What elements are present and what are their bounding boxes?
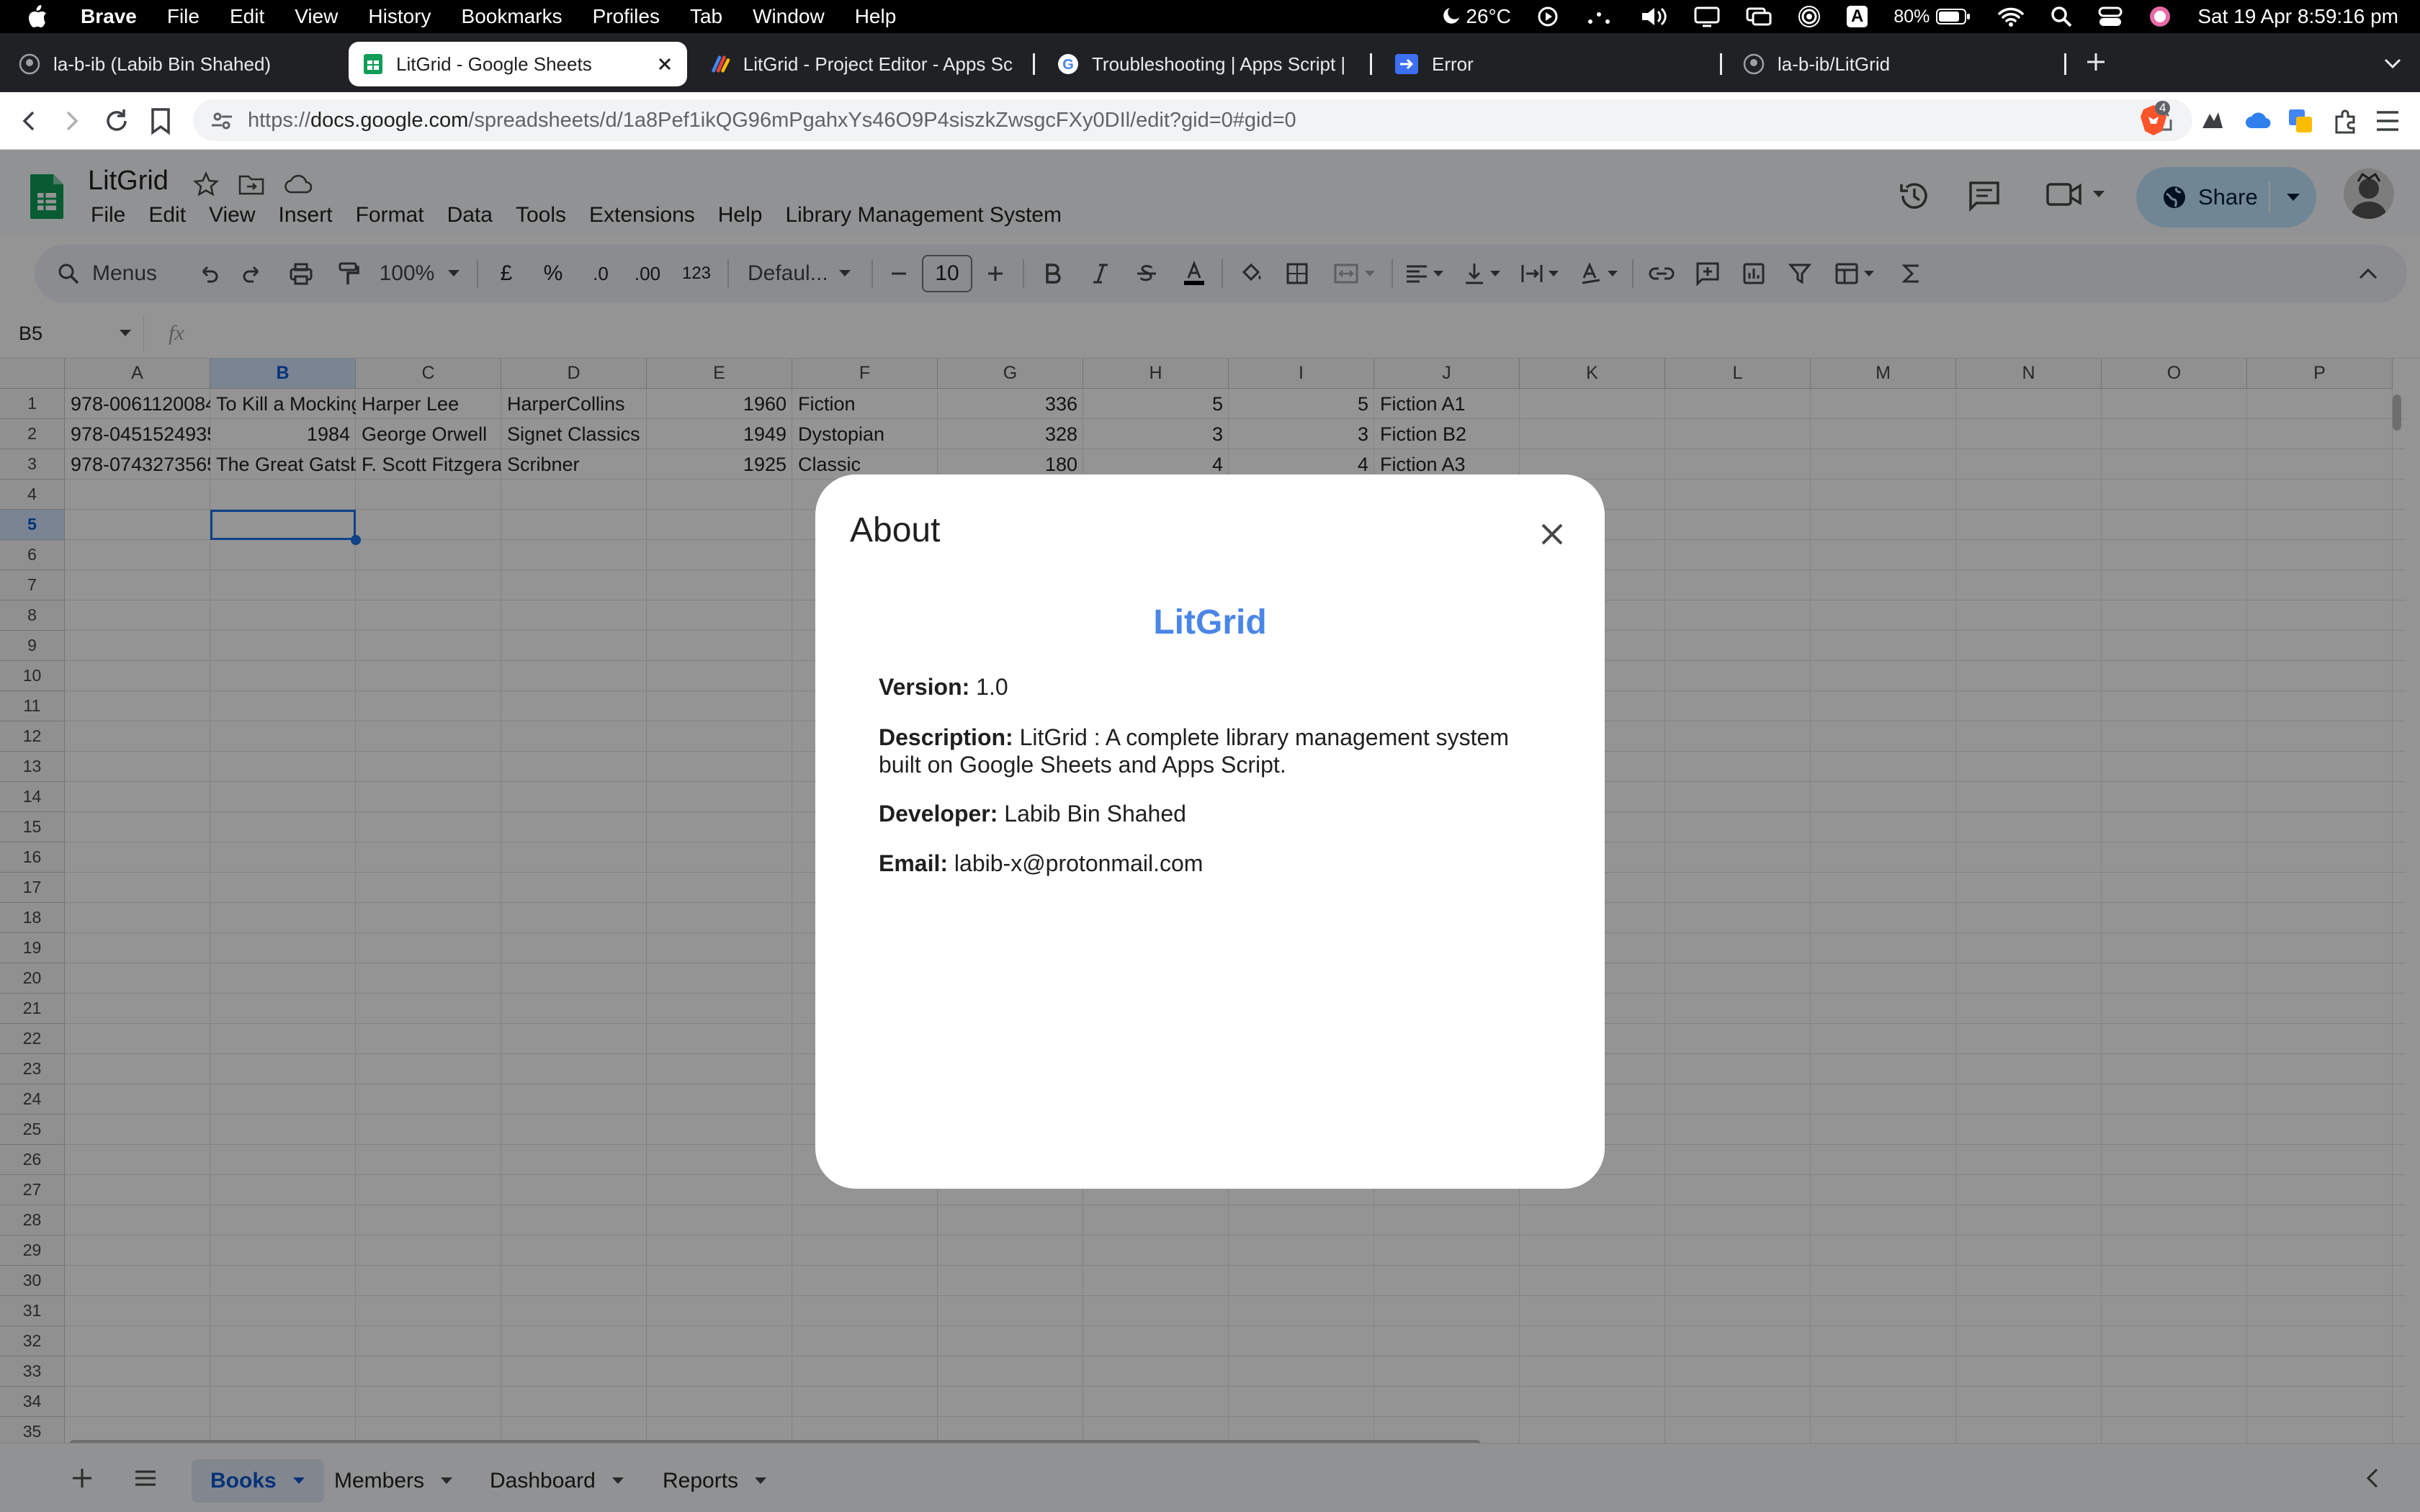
tab-search-button[interactable] — [2380, 50, 2406, 76]
tab-title: Error — [1432, 53, 1474, 75]
tab-apps-script-editor[interactable]: LitGrid - Project Editor - Apps Sc — [696, 42, 1027, 86]
reload-icon[interactable] — [102, 107, 131, 135]
google-icon: G — [1058, 54, 1078, 74]
display-icon[interactable] — [1694, 6, 1720, 27]
mac-menu-profiles[interactable]: Profiles — [593, 5, 660, 28]
description-line: Description: LitGrid : A complete librar… — [879, 724, 1549, 778]
site-settings-icon[interactable] — [210, 109, 233, 132]
mac-menu-tab[interactable]: Tab — [690, 5, 722, 28]
tab-separator — [1720, 53, 1722, 75]
github-icon — [1743, 53, 1765, 75]
battery-icon — [1936, 9, 1971, 24]
browser-tab-strip: la-b-ib (Labib Bin Shahed) LitGrid - Goo… — [0, 33, 2420, 92]
mac-menu-window[interactable]: Window — [753, 5, 825, 28]
control-center-icon[interactable] — [2098, 6, 2123, 27]
sheets-icon — [364, 54, 382, 74]
new-tab-button[interactable] — [2081, 48, 2110, 76]
close-icon[interactable] — [657, 56, 673, 72]
about-dialog: About LitGrid Version: 1.0 Description: … — [815, 474, 1605, 1189]
forward-icon[interactable] — [59, 108, 85, 134]
github-icon — [19, 53, 40, 75]
tab-troubleshooting[interactable]: G Troubleshooting | Apps Script | — [1043, 42, 1364, 86]
input-source-icon[interactable]: A — [1846, 6, 1868, 27]
email-label: Email: — [879, 850, 949, 876]
tab-separator — [1370, 53, 1372, 75]
chevron-down-icon — [2384, 58, 2401, 69]
volume-icon[interactable] — [1639, 6, 1668, 27]
version-value: 1.0 — [976, 674, 1008, 700]
battery-status[interactable]: 80% — [1894, 6, 1971, 27]
mac-menu-file[interactable]: File — [167, 5, 200, 28]
mac-menu-bookmarks[interactable]: Bookmarks — [462, 5, 563, 28]
extension-cloud-icon[interactable] — [2244, 108, 2272, 134]
email-line: Email: labib-x@protonmail.com — [879, 850, 1549, 877]
wifi-icon[interactable] — [1997, 6, 2025, 27]
browser-toolbar: https://docs.google.com/spreadsheets/d/1… — [0, 92, 2420, 150]
svg-text:G: G — [1062, 57, 1074, 73]
weather-temp: 26°C — [1466, 5, 1511, 27]
weather-status[interactable]: 26°C — [1440, 5, 1511, 28]
back-icon[interactable] — [16, 108, 42, 134]
mac-menu-view[interactable]: View — [295, 5, 338, 28]
extension-translate-icon[interactable] — [2286, 107, 2315, 135]
activity-icon[interactable] — [1585, 6, 1613, 27]
mac-menu-edit[interactable]: Edit — [230, 5, 264, 28]
app-menu-brave[interactable]: Brave — [81, 5, 137, 28]
tab-title: LitGrid - Google Sheets — [396, 53, 592, 75]
extension-bird-icon[interactable] — [2198, 107, 2227, 135]
tab-error[interactable]: Error — [1380, 42, 1711, 86]
dialog-title: About — [850, 511, 941, 549]
spotlight-search-icon[interactable] — [2051, 6, 2072, 27]
version-line: Version: 1.0 — [879, 673, 1549, 701]
close-icon — [1541, 523, 1563, 545]
play-circle-icon[interactable] — [1537, 6, 1559, 27]
tab-separator — [2064, 53, 2066, 75]
developer-line: Developer: Labib Bin Shahed — [879, 800, 1549, 827]
tab-title: LitGrid - Project Editor - Apps Sc — [743, 53, 1013, 75]
url-host: docs.google.com — [310, 108, 469, 132]
version-label: Version: — [879, 674, 970, 700]
tab-litgrid-sheets[interactable]: LitGrid - Google Sheets — [349, 42, 687, 86]
tab-title: la-b-ib/LitGrid — [1778, 53, 1891, 75]
bookmark-icon[interactable] — [148, 107, 173, 135]
airdrop-icon[interactable] — [1798, 5, 1821, 28]
email-value: labib-x@protonmail.com — [954, 850, 1204, 876]
tab-title: Troubleshooting | Apps Script | — [1092, 53, 1346, 75]
address-bar[interactable]: https://docs.google.com/spreadsheets/d/1… — [193, 99, 2192, 141]
screen-mirroring-icon[interactable] — [1746, 6, 1772, 27]
developer-value: Labib Bin Shahed — [1004, 801, 1186, 827]
apps-script-icon — [712, 55, 730, 73]
plus-icon — [2087, 53, 2105, 71]
url-path: /spreadsheets/d/1a8Pef1ikQG96mPgahxYs46O… — [468, 108, 1296, 132]
mac-menu-bar: Brave File Edit View History Bookmarks P… — [0, 0, 2420, 33]
siri-icon[interactable] — [2148, 5, 2172, 28]
browser-menu-icon[interactable] — [2374, 108, 2401, 134]
close-dialog-button[interactable] — [1534, 516, 1570, 552]
clock[interactable]: Sat 19 Apr 8:59:16 pm — [2197, 5, 2398, 28]
mac-menu-help[interactable]: Help — [855, 5, 897, 28]
tab-github-profile[interactable]: la-b-ib (Labib Bin Shahed) — [4, 42, 336, 86]
app-name-heading: LitGrid — [1153, 603, 1267, 642]
tab-github-repo[interactable]: la-b-ib/LitGrid — [1729, 42, 2053, 86]
url-scheme: https:// — [248, 108, 311, 132]
brave-shields-button[interactable]: 4 — [2139, 101, 2171, 137]
redirect-icon — [1395, 54, 1418, 74]
battery-percent: 80% — [1894, 6, 1930, 27]
moon-cloud-icon — [1443, 8, 1460, 24]
apple-icon[interactable] — [27, 5, 48, 28]
extensions-puzzle-icon[interactable] — [2331, 107, 2360, 135]
description-label: Description: — [879, 724, 1013, 750]
developer-label: Developer: — [879, 801, 998, 827]
mac-menu-history[interactable]: History — [368, 5, 431, 28]
tab-separator — [1033, 53, 1035, 75]
tab-title: la-b-ib (Labib Bin Shahed) — [53, 53, 272, 75]
